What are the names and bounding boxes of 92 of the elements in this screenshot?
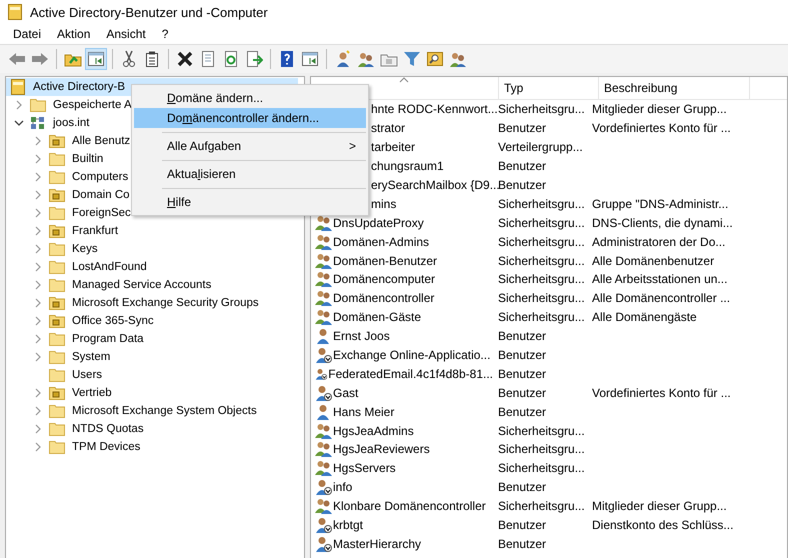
tree-item[interactable]: joos.int — [50, 116, 92, 130]
name-cell: HgsServers — [333, 461, 396, 476]
name-cell: Domänen-Benutzer — [333, 254, 438, 268]
tree-item[interactable]: Alle Benutz — [69, 134, 134, 148]
name-cell: info — [333, 480, 352, 494]
column-header[interactable]: Beschreibung — [604, 81, 678, 95]
tree-item[interactable]: Computers — [69, 170, 132, 184]
description-cell: DNS-Clients, die dynami... — [592, 216, 733, 230]
type-cell: Benutzer — [498, 178, 546, 192]
type-cell: Sicherheitsgru... — [498, 424, 585, 438]
menu-item[interactable]: Aktualisieren — [134, 164, 366, 184]
type-cell: Benutzer — [498, 366, 546, 381]
name-cell: MasterHierarchy — [333, 536, 422, 551]
tree-item[interactable]: TPM Devices — [69, 440, 144, 454]
type-cell: Sicherheitsgru... — [498, 216, 585, 230]
type-cell: Sicherheitsgru... — [498, 442, 585, 456]
tree-item[interactable]: Vertrieb — [69, 386, 115, 400]
type-cell: Sicherheitsgru... — [498, 461, 585, 476]
name-cell: DnsUpdateProxy — [333, 216, 424, 230]
column-header[interactable]: Typ — [504, 81, 524, 95]
description-cell: Dienstkonto des Schlüss... — [592, 518, 734, 532]
name-cell: HgsJeaAdmins — [333, 424, 414, 438]
name-cell: tarbeiter — [371, 140, 416, 154]
tree-item[interactable]: ForeignSec — [69, 206, 134, 220]
tree-item[interactable]: Office 365-Sync — [69, 314, 157, 328]
name-cell: chungsraum1 — [371, 159, 444, 174]
type-cell: Sicherheitsgru... — [498, 499, 585, 514]
type-cell: Sicherheitsgru... — [498, 254, 585, 268]
type-cell: Sicherheitsgru... — [498, 272, 585, 286]
type-cell: Benutzer — [498, 404, 546, 419]
description-cell: Alle Domänengäste — [592, 310, 697, 324]
type-cell: Sicherheitsgru... — [498, 291, 585, 306]
type-cell: Benutzer — [498, 518, 546, 532]
description-cell: Alle Domänenbenutzer — [592, 254, 714, 268]
name-cell: Ernst Joos — [333, 329, 390, 344]
tree-item[interactable]: Keys — [69, 242, 101, 256]
menu-item[interactable]: Domänencontroller ändern... — [134, 108, 366, 128]
name-cell: Domänencomputer — [333, 272, 436, 286]
tree-item[interactable]: Managed Service Accounts — [69, 278, 214, 292]
name-cell: Gast — [333, 386, 358, 400]
menu-item[interactable]: Ansicht — [99, 25, 153, 43]
menu-item[interactable]: Hilfe — [134, 192, 366, 212]
type-cell: Benutzer — [498, 536, 546, 551]
type-cell: Benutzer — [498, 480, 546, 494]
tree-item[interactable]: Users — [69, 368, 106, 382]
description-cell: Mitglieder dieser Grupp... — [592, 499, 727, 514]
name-cell: FederatedEmail.4c1f4d8b-81... — [328, 366, 493, 381]
name-cell: Klonbare Domänencontroller — [333, 499, 486, 514]
type-cell: Benutzer — [498, 121, 546, 136]
menu-item[interactable]: ? — [154, 25, 176, 43]
name-cell: mins — [371, 196, 396, 211]
type-cell: Sicherheitsgru... — [498, 196, 585, 211]
description-cell: Alle Arbeitsstationen un... — [592, 272, 728, 286]
description-cell: Gruppe "DNS-Administr... — [592, 196, 728, 211]
name-cell: Exchange Online-Applicatio... — [333, 348, 490, 362]
name-cell: strator — [371, 121, 406, 136]
tree-item[interactable]: Frankfurt — [69, 224, 122, 238]
type-cell: Benutzer — [498, 159, 546, 174]
type-cell: Benutzer — [498, 348, 546, 362]
name-cell: krbtgt — [333, 518, 364, 532]
type-cell: Sicherheitsgru... — [498, 234, 585, 249]
tree-item[interactable]: System — [69, 350, 114, 364]
type-cell: Sicherheitsgru... — [498, 310, 585, 324]
menu-item[interactable]: Alle Aufgaben > — [134, 136, 366, 156]
description-cell: Vordefiniertes Konto für ... — [592, 121, 731, 136]
tree-item[interactable]: Builtin — [69, 152, 106, 166]
name-cell: HgsJeaReviewers — [333, 442, 430, 456]
description-cell: Vordefiniertes Konto für ... — [592, 386, 731, 400]
tree-item[interactable]: Domain Co — [69, 188, 133, 202]
window-title: Active Directory-Benutzer und -Computer — [30, 4, 268, 20]
type-cell: Verteilergrupp... — [498, 140, 583, 154]
menu-item[interactable]: Domäne ändern... — [134, 88, 366, 108]
tree-item[interactable]: Microsoft Exchange Security Groups — [69, 296, 262, 310]
name-cell: Domänen-Gäste — [333, 310, 422, 324]
tree-item[interactable]: Gespeicherte A — [50, 98, 135, 112]
menu-item[interactable]: Aktion — [50, 25, 98, 43]
menu-item[interactable]: Datei — [6, 25, 48, 43]
tree-item[interactable]: NTDS Quotas — [69, 422, 147, 436]
name-cell: Hans Meier — [333, 404, 394, 419]
description-cell: Administratoren der Do... — [592, 234, 726, 249]
description-cell: Mitglieder dieser Grupp... — [592, 102, 727, 116]
type-cell: Sicherheitsgru... — [498, 102, 585, 116]
tree-item[interactable]: Microsoft Exchange System Objects — [69, 404, 260, 418]
type-cell: Benutzer — [498, 386, 546, 400]
type-cell: Benutzer — [498, 329, 546, 344]
tree-item[interactable]: Program Data — [69, 332, 147, 346]
name-cell: erySearchMailbox {D9... — [371, 178, 500, 192]
name-cell: Domänen-Admins — [333, 234, 430, 249]
tree-item[interactable]: LostAndFound — [69, 260, 150, 274]
name-cell: Domänencontroller — [333, 291, 434, 306]
name-cell: hnte RODC-Kennwort... — [371, 102, 498, 116]
description-cell: Alle Domänencontroller ... — [592, 291, 730, 306]
